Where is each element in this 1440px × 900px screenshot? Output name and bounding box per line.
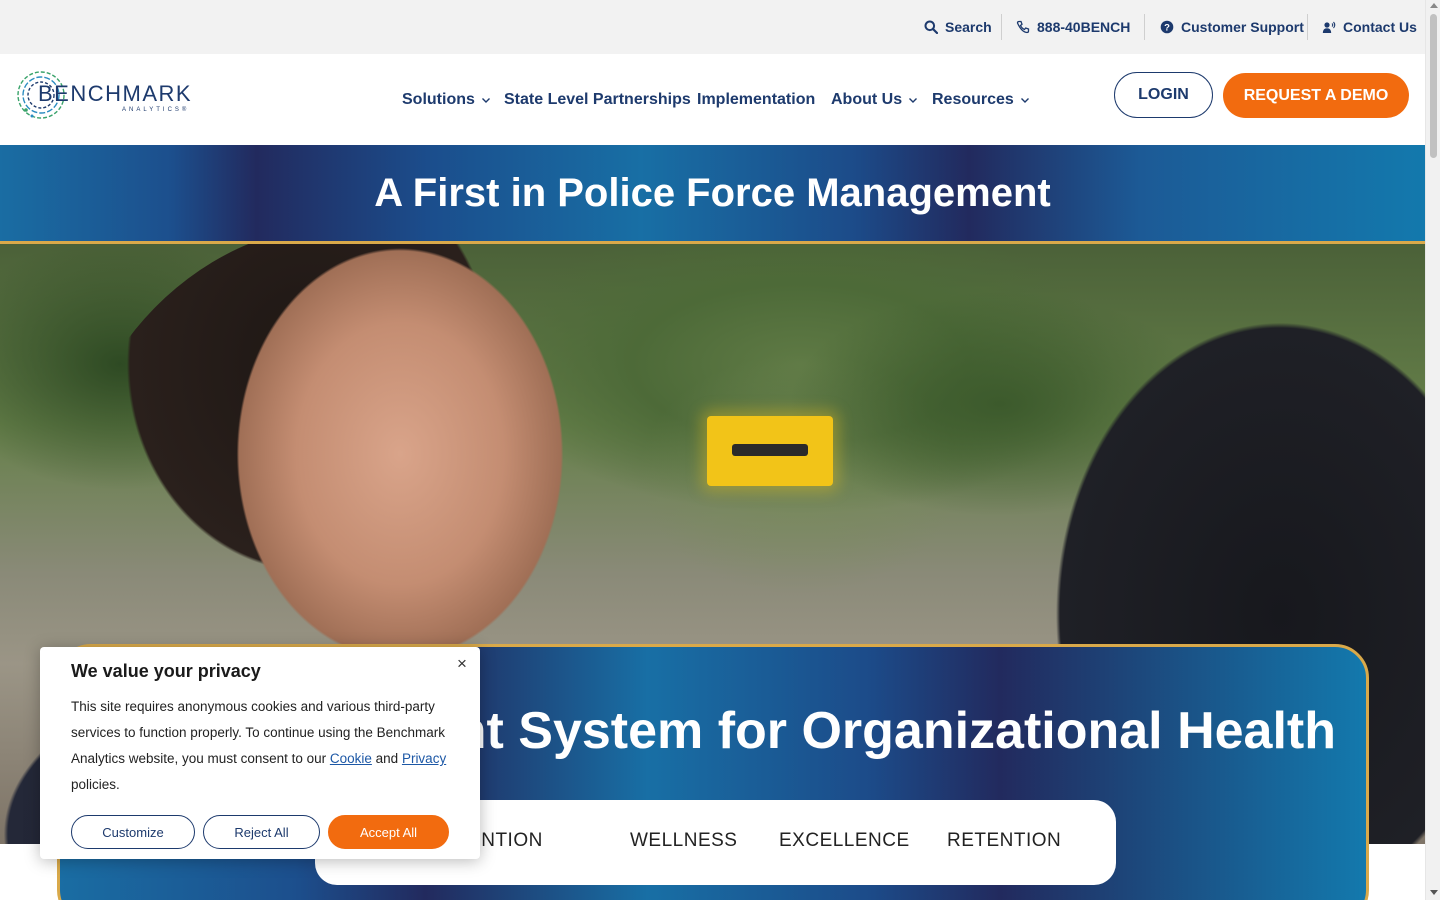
utility-bar: Search 888-40BENCH ? Customer Support Co… [0,0,1425,54]
svg-text:?: ? [1164,23,1170,34]
divider [1144,14,1145,40]
nav-implementation-label: Implementation [697,90,816,108]
scroll-down-arrow-icon[interactable] [1430,890,1438,895]
headline-banner: A First in Police Force Management [0,145,1425,244]
logo-subtext: ANALYTICS® [122,107,190,113]
customer-support-label: Customer Support [1181,19,1304,35]
nav-implementation[interactable]: Implementation [697,54,815,145]
privacy-policy-link[interactable]: Privacy [402,751,446,766]
card-heading: nent System for Organizational Health [394,702,1336,760]
cookie-body-text: This site requires anonymous cookies and… [71,694,456,798]
accept-all-button[interactable]: Accept All [328,815,449,849]
scroll-up-arrow-icon[interactable] [1430,3,1438,8]
search-link[interactable]: Search [924,0,992,54]
cookie-text-end: policies. [71,777,120,792]
reject-all-button[interactable]: Reject All [203,815,320,849]
main-nav: BENCHMARK ANALYTICS® Solutions State Lev… [0,54,1425,145]
customer-support-link[interactable]: ? Customer Support [1160,0,1304,54]
contact-us-link[interactable]: Contact Us [1322,0,1417,54]
chevron-down-icon [1020,97,1029,103]
nav-state-level-partnerships[interactable]: State Level Partnerships [504,54,691,145]
divider [1307,14,1308,40]
nav-resources-label: Resources [932,90,1014,108]
page-headline: A First in Police Force Management [374,171,1051,215]
nav-resources[interactable]: Resources [932,54,1030,145]
benchmark-logo[interactable]: BENCHMARK ANALYTICS® [16,70,198,122]
phone-link[interactable]: 888-40BENCH [1016,0,1130,54]
page: Search 888-40BENCH ? Customer Support Co… [0,0,1425,900]
divider [1001,14,1002,40]
hero-road-sign [707,416,833,486]
sign-arrow [732,444,808,456]
cookie-text-and: and [371,751,402,766]
scrollbar-thumb[interactable] [1430,14,1437,158]
logo-wordmark: BENCHMARK [38,81,193,106]
help-icon: ? [1160,20,1174,34]
search-label: Search [945,19,992,35]
chevron-down-icon [481,97,490,103]
tab-retention[interactable]: RETENTION [947,830,1061,852]
contact-us-label: Contact Us [1343,19,1417,35]
cookie-title: We value your privacy [71,661,261,681]
login-button[interactable]: LOGIN [1114,72,1213,118]
nav-about-us[interactable]: About Us [831,54,918,145]
search-icon [924,20,938,34]
nav-solutions[interactable]: Solutions [402,54,491,145]
phone-icon [1016,20,1030,34]
nav-state-level-partnerships-label: State Level Partnerships [504,90,691,108]
customize-button[interactable]: Customize [71,815,195,849]
tab-excellence[interactable]: EXCELLENCE [779,830,910,852]
nav-about-us-label: About Us [831,90,903,108]
chevron-down-icon [909,97,918,103]
cookie-policy-link[interactable]: Cookie [330,751,372,766]
contact-person-icon [1322,21,1336,33]
request-demo-button[interactable]: REQUEST A DEMO [1223,73,1409,118]
phone-label: 888-40BENCH [1037,19,1131,35]
page-scrollbar[interactable] [1425,0,1440,900]
cookie-consent-dialog: We value your privacy × This site requir… [40,647,480,859]
tab-wellness[interactable]: WELLNESS [630,830,737,852]
nav-solutions-label: Solutions [402,90,475,108]
close-icon[interactable]: × [454,655,470,672]
